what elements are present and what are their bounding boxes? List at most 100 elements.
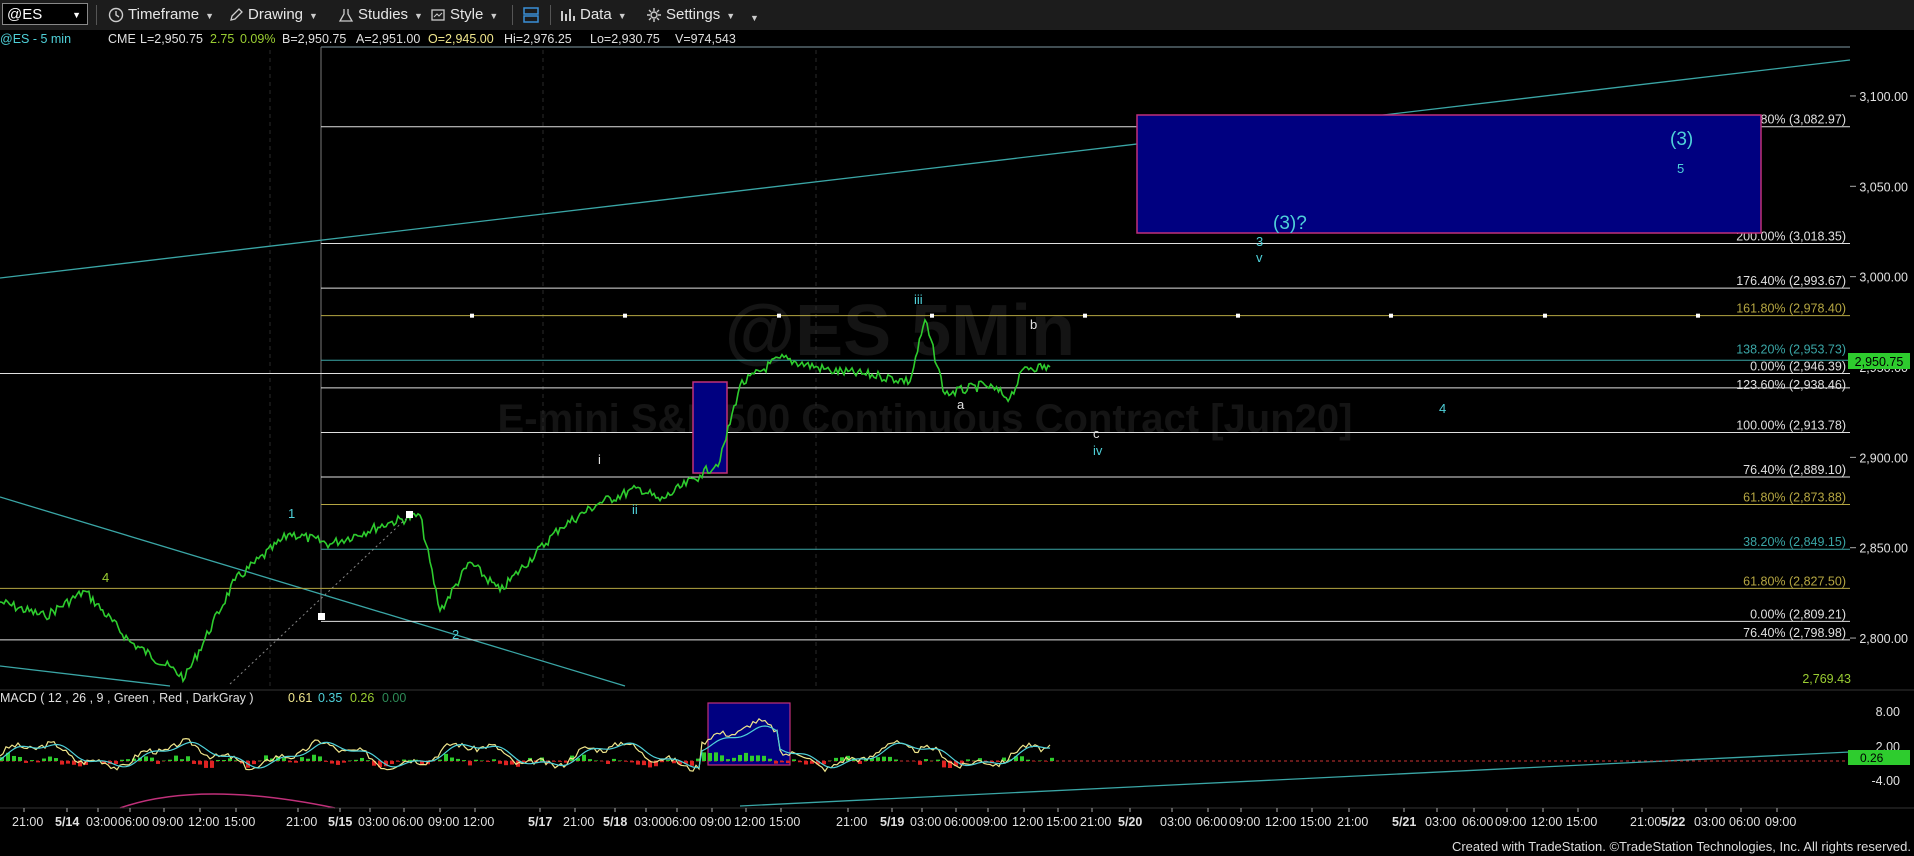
target-box[interactable]	[1136, 114, 1762, 234]
macd-value-0: 0.61	[288, 691, 312, 705]
time-tick-label: 03:00	[86, 815, 117, 829]
time-tick-label: 12:00	[188, 815, 219, 829]
macd-hist-bar	[552, 761, 556, 762]
macd-hist-bar	[714, 752, 718, 761]
macd-hist-bar	[168, 759, 172, 761]
toolbar-divider	[96, 5, 97, 25]
time-tick-label: 06:00	[1196, 815, 1227, 829]
watermark-name: E-mini S&P 500 Continuous Contract [Jun2…	[498, 397, 1353, 441]
macd-hist-bar	[300, 757, 304, 761]
flask-icon	[338, 9, 354, 22]
time-tick-label: 21:00	[12, 815, 43, 829]
time-tick-label: 5/20	[1118, 815, 1142, 829]
fib-label: 123.60% (2,938.46)	[1736, 378, 1846, 392]
fib-marker-dot	[777, 313, 781, 318]
macd-hist-bar	[732, 757, 736, 761]
quote-last: L=2,950.75	[140, 32, 203, 46]
data-button[interactable]: Data ▼	[560, 4, 627, 26]
chevron-down-icon[interactable]: ▼	[72, 4, 81, 26]
wave-label-2: 2	[452, 627, 459, 642]
macd-hist-bar	[150, 757, 154, 761]
price-tick-label: 3,000.00	[1859, 271, 1908, 285]
macd-hist-bar	[660, 761, 664, 763]
quote-change: 2.75	[210, 32, 234, 46]
symbol-input[interactable]: @ES ▼	[2, 3, 88, 25]
macd-tick-0: 8.00	[1876, 705, 1900, 719]
macd-hist-bar	[792, 759, 796, 761]
macd-hist-bar	[390, 761, 394, 765]
quote-open: O=2,945.00	[428, 32, 494, 46]
toolbar-divider	[512, 5, 513, 25]
macd-hist-bar	[618, 760, 622, 761]
time-tick-label: 5/21	[1392, 815, 1416, 829]
fib-label: 0.00% (2,809.21)	[1750, 607, 1846, 621]
macd-hist-bar	[210, 761, 214, 768]
macd-hist-bar	[282, 758, 286, 761]
fib-label: 100.00% (2,913.78)	[1736, 418, 1846, 432]
measure-handle-bottom[interactable]	[318, 613, 325, 620]
macd-hist-bar	[174, 755, 178, 761]
time-tick-label: 12:00	[1531, 815, 1562, 829]
watermark-symbol: @ES 5Min	[725, 291, 1075, 371]
time-tick-label: 5/14	[55, 815, 79, 829]
lowest-price-label: 2,769.43	[1802, 672, 1851, 686]
macd-hist-bar	[468, 761, 472, 766]
wave-label-iv: iv	[1093, 443, 1103, 458]
macd-hist-bar	[804, 761, 808, 765]
macd-hist-bar	[492, 759, 496, 761]
studies-button[interactable]: Studies ▼	[338, 4, 423, 26]
macd-hist-bar	[186, 756, 190, 761]
macd-hist-bar	[450, 757, 454, 761]
time-tick-label: 03:00	[634, 815, 665, 829]
wave-label-v: v	[1256, 250, 1263, 265]
time-tick-label: 5/19	[880, 815, 904, 829]
time-tick-label: 06:00	[944, 815, 975, 829]
fib-label: 61.80% (2,873.88)	[1743, 491, 1846, 505]
macd-hist-bar	[630, 761, 634, 763]
macd-hist-bar	[624, 761, 628, 762]
macd-hist-bar	[12, 755, 16, 761]
macd-hist-bar	[738, 754, 742, 761]
time-tick-label: 06:00	[392, 815, 423, 829]
time-tick-label: 21:00	[1337, 815, 1368, 829]
macd-axis[interactable]: 8.00 2.00 -4.00	[1872, 705, 1901, 788]
time-tick-label: 5/18	[603, 815, 627, 829]
time-tick-label: 5/15	[328, 815, 352, 829]
measure-handle-top[interactable]	[406, 511, 413, 518]
layout-button[interactable]	[522, 4, 544, 26]
chevron-down-icon: ▼	[205, 11, 215, 21]
footer-credit: Created with TradeStation. ©TradeStation…	[1451, 839, 1911, 854]
style-button[interactable]: Style ▼	[430, 4, 498, 26]
style-icon	[431, 9, 445, 21]
time-tick-label: 03:00	[1425, 815, 1456, 829]
settings-label: Settings	[666, 6, 721, 23]
time-tick-label: 12:00	[1012, 815, 1043, 829]
macd-hist-bar	[156, 761, 160, 764]
chart-area[interactable]: @ES - 5 min CME L=2,950.75 2.75 0.09% B=…	[0, 30, 1914, 856]
time-tick-label: 15:00	[769, 815, 800, 829]
fib-marker-dot	[1083, 313, 1087, 318]
price-tick-label: 2,800.00	[1859, 632, 1908, 646]
time-tick-label: 09:00	[152, 815, 183, 829]
chevron-down-icon: ▼	[414, 11, 423, 21]
more-menu-button[interactable]: ▼	[744, 6, 759, 28]
macd-hist-bar	[216, 759, 220, 761]
macd-hist-bar	[588, 759, 592, 761]
fib-label: 0.00% (2,946.39)	[1750, 360, 1846, 374]
macd-value-1: 0.35	[318, 691, 342, 705]
macd-hist-bar	[876, 757, 880, 761]
macd-hist-bar	[330, 761, 334, 764]
time-tick-label: 21:00	[1630, 815, 1661, 829]
gear-icon	[647, 8, 661, 23]
macd-hist-bar	[252, 761, 256, 765]
timeframe-button[interactable]: Timeframe ▼	[108, 4, 214, 26]
settings-button[interactable]: Settings ▼	[646, 4, 735, 26]
macd-hist-bar	[1026, 759, 1030, 761]
layout-icon	[523, 7, 539, 23]
wave-label-3-target: (3)	[1670, 129, 1693, 150]
macd-hist-bar	[336, 761, 340, 765]
macd-hist-bar	[726, 759, 730, 761]
macd-hist-bar	[840, 757, 844, 761]
wave-iii-box[interactable]	[692, 381, 728, 474]
drawing-button[interactable]: Drawing ▼	[228, 4, 318, 26]
